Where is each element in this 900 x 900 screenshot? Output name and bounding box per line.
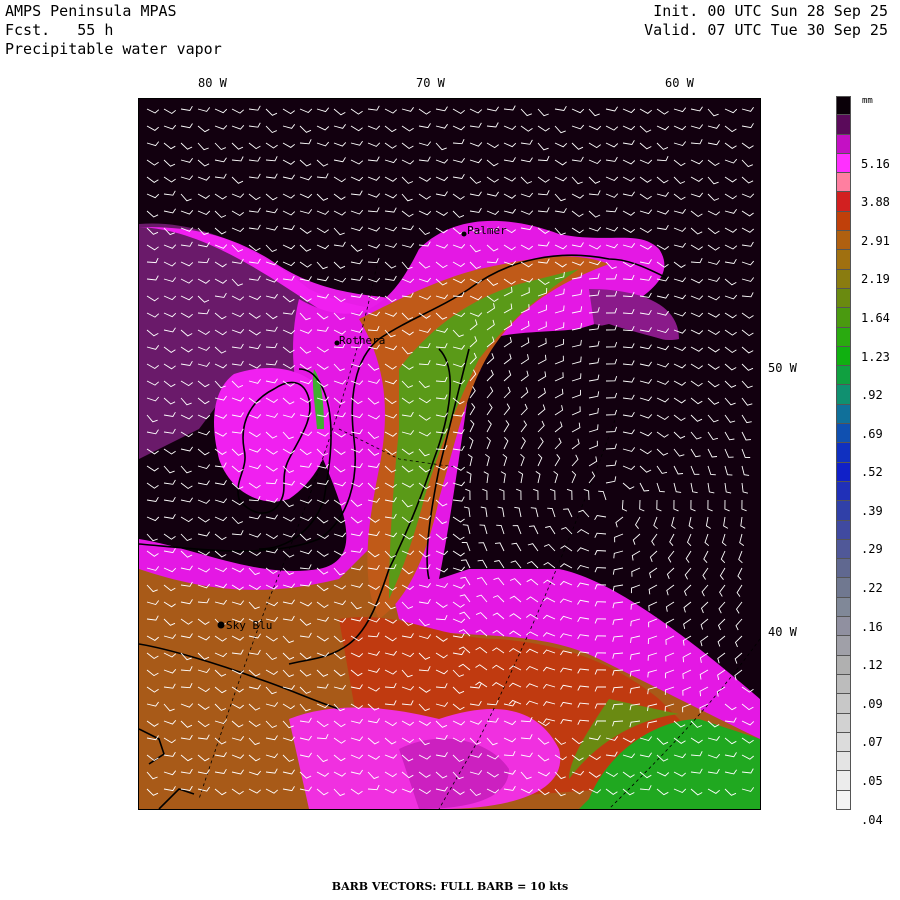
colorbar-tick-label: .39 [861, 503, 883, 518]
colorbar-swatch [836, 308, 851, 328]
colorbar-tick-label: .04 [861, 812, 883, 827]
colorbar-tick-label: .29 [861, 542, 883, 557]
footer-barb-legend: BARB VECTORS: FULL BARB = 10 kts [331, 880, 569, 893]
colorbar-swatch [836, 694, 851, 714]
colorbar [836, 96, 851, 810]
lat-label-40w: 40 W [768, 625, 797, 639]
colorbar-swatch [836, 559, 851, 579]
lon-label-80w: 80 W [198, 76, 227, 90]
colorbar-tick-label: .12 [861, 658, 883, 673]
colorbar-swatch [836, 655, 851, 675]
valid-label: Valid. [644, 21, 699, 39]
model-name: AMPS Peninsula MPAS [5, 2, 177, 20]
colorbar-swatch [836, 674, 851, 695]
forecast-hours: 55 h [77, 21, 114, 39]
colorbar-tick-label: .69 [861, 426, 883, 441]
colorbar-swatch [836, 771, 851, 791]
colorbar-swatch [836, 443, 851, 463]
colorbar-swatch [836, 288, 851, 309]
colorbar-swatch [836, 134, 851, 154]
colorbar-swatch [836, 192, 851, 212]
map-panel[interactable]: Palmer Rothera Sky Blu [138, 98, 761, 810]
init-time: 00 UTC Sun 28 Sep 25 [707, 2, 888, 20]
forecast-label: Fcst. [5, 21, 51, 39]
colorbar-swatch [836, 366, 851, 386]
colorbar-swatch [836, 520, 851, 540]
colorbar-tick-label: .52 [861, 465, 883, 480]
colorbar-swatch [836, 211, 851, 232]
colorbar-swatch [836, 578, 851, 598]
colorbar-swatch [836, 501, 851, 521]
header-right: Init. 00 UTC Sun 28 Sep 25 Valid. 07 UTC… [644, 2, 888, 40]
field-name: Precipitable water vapor [5, 40, 222, 58]
colorbar-swatch [836, 790, 851, 810]
station-sky-blu-dot [217, 621, 225, 629]
colorbar-swatch [836, 346, 851, 367]
colorbar-swatch [836, 597, 851, 618]
station-rothera: Rothera [334, 334, 385, 347]
station-rothera-label: Rothera [339, 334, 385, 347]
colorbar-swatch [836, 732, 851, 753]
colorbar-tick-label: 3.88 [861, 195, 890, 210]
colorbar-swatch [836, 617, 851, 637]
colorbar-tick-label: 5.16 [861, 156, 890, 171]
colorbar-tick-label: .92 [861, 388, 883, 403]
station-palmer: Palmer [461, 224, 507, 237]
colorbar-swatch [836, 173, 851, 193]
colorbar-tick-label: .05 [861, 774, 883, 789]
station-sky-blu-label: Sky Blu [226, 619, 272, 632]
colorbar-swatch [836, 424, 851, 444]
colorbar-tick-label: .22 [861, 581, 883, 596]
colorbar-tick-label: 1.64 [861, 310, 890, 325]
colorbar-swatch [836, 481, 851, 502]
lon-label-70w: 70 W [416, 76, 445, 90]
colorbar-swatch [836, 231, 851, 251]
colorbar-tick-label: 2.91 [861, 233, 890, 248]
lat-label-50w: 50 W [768, 361, 797, 375]
colorbar-swatch [836, 539, 851, 560]
colorbar-swatch [836, 269, 851, 289]
station-palmer-dot [461, 231, 467, 237]
colorbar-swatch [836, 96, 851, 116]
colorbar-swatch [836, 713, 851, 733]
colorbar-tick-label: .07 [861, 735, 883, 750]
colorbar-tick-label: 2.19 [861, 272, 890, 287]
station-palmer-label: Palmer [467, 224, 507, 237]
colorbar-swatch [836, 752, 851, 772]
colorbar-tick-label: 1.23 [861, 349, 890, 364]
colorbar-swatch [836, 404, 851, 425]
colorbar-swatch [836, 327, 851, 347]
colorbar-unit: mm [862, 96, 873, 106]
colorbar-swatch [836, 636, 851, 656]
colorbar-swatch [836, 462, 851, 482]
colorbar-swatch [836, 153, 851, 174]
colorbar-swatch [836, 250, 851, 270]
colorbar-tick-label: .16 [861, 619, 883, 634]
valid-time: 07 UTC Tue 30 Sep 25 [707, 21, 888, 39]
station-sky-blu: Sky Blu [217, 619, 272, 632]
colorbar-swatch [836, 385, 851, 405]
init-label: Init. [653, 2, 699, 20]
colorbar-swatch [836, 115, 851, 135]
header-left: AMPS Peninsula MPAS Fcst. 55 h Precipita… [5, 2, 222, 59]
colorbar-tick-label: .09 [861, 696, 883, 711]
lon-label-60w: 60 W [665, 76, 694, 90]
